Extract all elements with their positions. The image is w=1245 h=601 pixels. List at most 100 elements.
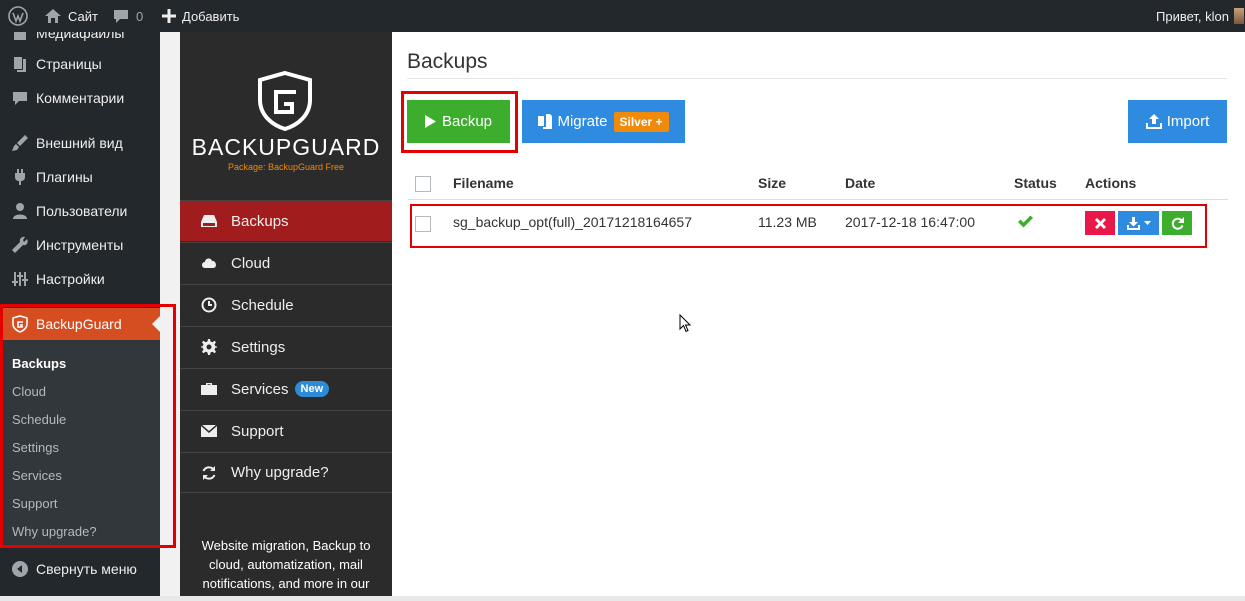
plugin-nav-schedule[interactable]: Schedule <box>180 284 392 325</box>
restore-backup-button[interactable] <box>1162 211 1192 235</box>
settings-icon <box>10 269 30 289</box>
submenu-backups[interactable]: Backups <box>12 356 66 371</box>
import-button[interactable]: Import <box>1128 100 1227 143</box>
new-badge: New <box>294 381 330 397</box>
menu-item-label: Настройки <box>36 271 105 287</box>
avatar <box>1233 8 1244 24</box>
plugin-nav-why-upgrade[interactable]: Why upgrade? <box>180 452 392 493</box>
media-icon <box>10 32 30 43</box>
comments-link[interactable]: 0 <box>112 0 143 32</box>
menu-item-label: Комментарии <box>36 90 125 106</box>
home-icon <box>44 7 62 25</box>
success-check-icon <box>1018 215 1033 228</box>
add-new-link[interactable]: Добавить <box>162 0 239 32</box>
backup-size: 11.23 MB <box>758 214 817 230</box>
menu-item-label: Пользователи <box>36 203 128 219</box>
plus-icon <box>162 9 176 23</box>
promo-line: cloud, automatization, mail <box>209 557 363 572</box>
menu-item-backupguard[interactable]: BackupGuard <box>0 307 160 341</box>
site-link[interactable]: Сайт <box>44 0 98 32</box>
backupguard-logo: BACKUPGUARD Package: BackupGuard Free <box>180 32 392 200</box>
wordpress-logo-icon[interactable] <box>8 0 28 32</box>
plugin-nav-support[interactable]: Support <box>180 410 392 451</box>
menu-item-comments[interactable]: Комментарии <box>0 81 160 115</box>
menu-item-settings[interactable]: Настройки <box>0 262 160 296</box>
submenu-support[interactable]: Support <box>12 496 58 511</box>
plugin-nav-label: Schedule <box>231 296 294 314</box>
submenu-schedule[interactable]: Schedule <box>12 412 66 427</box>
main-content: Backups <box>392 32 1245 601</box>
select-all-checkbox[interactable] <box>415 176 431 192</box>
delete-backup-button[interactable] <box>1085 211 1115 235</box>
column-header-actions: Actions <box>1085 175 1137 191</box>
menu-item-plugins[interactable]: Плагины <box>0 160 160 194</box>
submenu-settings[interactable]: Settings <box>12 440 59 455</box>
menu-item-users[interactable]: Пользователи <box>0 194 160 228</box>
menu-item-tools[interactable]: Инструменты <box>0 228 160 262</box>
backupguard-submenu: Backups Cloud Schedule Settings Services… <box>0 340 160 548</box>
chevron-down-icon <box>1143 221 1151 225</box>
plugin-nav-label: Backups <box>231 212 289 230</box>
page-title: Backups <box>407 50 488 73</box>
menu-item-label: Медиафайлы <box>36 32 125 41</box>
menu-item-label: Плагины <box>36 169 93 185</box>
briefcase-icon <box>200 380 218 398</box>
plugin-nav-label: Services <box>231 380 289 398</box>
backupguard-shield-icon <box>10 314 30 334</box>
silver-plan-badge: Silver + <box>613 111 669 132</box>
clock-icon <box>200 296 218 314</box>
migrate-button[interactable]: Migrate Silver + <box>522 100 685 143</box>
pages-icon <box>10 54 30 74</box>
menu-item-appearance[interactable]: Внешний вид <box>0 126 160 160</box>
upload-icon <box>1145 114 1162 129</box>
comment-bubble-icon <box>112 7 130 25</box>
cloud-icon <box>200 254 218 272</box>
collapse-menu-label: Свернуть меню <box>36 561 137 577</box>
plugin-nav-backups[interactable]: Backups <box>180 200 392 241</box>
backup-button[interactable]: Backup <box>407 100 510 143</box>
download-backup-dropdown[interactable] <box>1118 211 1159 235</box>
submenu-why-upgrade[interactable]: Why upgrade? <box>12 524 97 539</box>
column-header-status: Status <box>1014 175 1057 191</box>
appearance-icon <box>10 133 30 153</box>
collapse-arrow-icon <box>10 559 30 579</box>
account-menu[interactable]: Привет, klon <box>1156 0 1244 32</box>
menu-item-label: Внешний вид <box>36 135 123 151</box>
plugin-nav-label: Settings <box>231 338 286 356</box>
table-header-divider <box>408 199 1228 200</box>
backup-button-label: Backup <box>441 113 493 130</box>
greeting-text: Привет, klon <box>1156 8 1229 24</box>
plugin-nav-label: Why upgrade? <box>231 464 329 481</box>
plugin-nav-settings[interactable]: Settings <box>180 326 392 367</box>
column-header-date[interactable]: Date <box>845 175 875 191</box>
column-header-size[interactable]: Size <box>758 175 786 191</box>
migrate-button-label: Migrate <box>557 113 608 130</box>
logo-wordmark: BACKUPGUARD <box>191 134 381 160</box>
close-icon <box>1094 217 1106 229</box>
plugin-nav-label: Cloud <box>231 254 271 272</box>
mouse-cursor-icon <box>679 313 692 338</box>
plugin-promo-text: Website migration, Backup to cloud, auto… <box>194 536 378 593</box>
row-select-checkbox[interactable] <box>415 216 431 232</box>
submenu-cloud[interactable]: Cloud <box>12 384 46 399</box>
plugin-nav-services[interactable]: Services New <box>180 368 392 409</box>
copy-files-icon <box>538 114 553 129</box>
users-icon <box>10 201 30 221</box>
add-new-label: Добавить <box>182 8 240 24</box>
collapse-menu-button[interactable]: Свернуть меню <box>0 552 160 586</box>
tools-icon <box>10 235 30 255</box>
gear-icon <box>200 338 218 356</box>
plugin-nav-label: Support <box>231 422 284 440</box>
menu-item-pages[interactable]: Страницы <box>0 47 160 81</box>
download-icon <box>1126 216 1140 230</box>
play-icon <box>424 115 436 128</box>
shield-logo-icon <box>258 70 312 132</box>
plugin-nav-cloud[interactable]: Cloud <box>180 242 392 283</box>
site-label: Сайт <box>68 8 98 24</box>
window-bottom-edge <box>0 596 1245 601</box>
column-header-filename[interactable]: Filename <box>453 175 514 191</box>
backup-filename: sg_backup_opt(full)_20171218164657 <box>453 214 692 230</box>
submenu-services[interactable]: Services <box>12 468 62 483</box>
promo-line: notifications, and more in our <box>202 576 370 591</box>
restore-icon <box>1171 216 1184 230</box>
